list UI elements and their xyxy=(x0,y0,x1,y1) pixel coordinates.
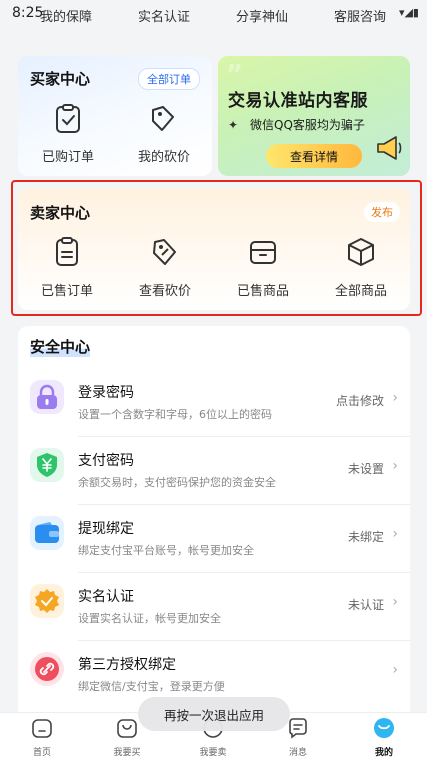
exit-toast: 再按一次退出应用 xyxy=(138,697,290,731)
yuan-shield-icon xyxy=(30,448,64,482)
buyer-item-label: 我的砍价 xyxy=(137,150,190,165)
seller-item-all-goods[interactable]: 全部商品 xyxy=(322,236,400,299)
clipboard-check-icon xyxy=(32,102,104,136)
price-tag-icon xyxy=(126,236,204,268)
clipboard-icon xyxy=(28,236,106,268)
row-title: 登录密码 xyxy=(78,385,134,401)
price-tag-icon xyxy=(128,102,200,136)
row-title: 提现绑定 xyxy=(78,521,134,537)
seller-item-label: 已售商品 xyxy=(236,284,289,299)
seller-item-sold-goods[interactable]: 已售商品 xyxy=(224,236,302,299)
seller-center-card: 卖家中心 发布 已售订单 查看砍价 已售商品 全部商品 xyxy=(18,188,410,310)
security-center-card: 安全中心 登录密码 设置一个含数字和字母，6位以上的密码 点击修改 › 支付密码… xyxy=(18,326,410,726)
seller-item-view-bargains[interactable]: 查看砍价 xyxy=(126,236,204,299)
row-subtitle: 设置实名认证，帐号更加安全 xyxy=(78,612,221,625)
home-icon xyxy=(32,719,52,738)
row-subtitle: 设置一个含数字和字母，6位以上的密码 xyxy=(78,408,272,421)
tab-label: 我的 xyxy=(374,748,393,758)
tab-label: 我要买 xyxy=(113,748,141,758)
chevron-right-icon: › xyxy=(392,662,398,678)
security-row-login-password[interactable]: 登录密码 设置一个含数字和字母，6位以上的密码 点击修改 › xyxy=(18,368,410,436)
seller-item-label: 已售订单 xyxy=(40,284,93,299)
row-subtitle: 绑定微信/支付宝，登录更方便 xyxy=(78,680,225,693)
tab-home[interactable]: 首页 xyxy=(12,717,72,758)
seller-item-sold-orders[interactable]: 已售订单 xyxy=(28,236,106,299)
row-subtitle: 绑定支付宝平台账号，帐号更加安全 xyxy=(78,544,254,557)
chevron-right-icon: › xyxy=(392,526,398,542)
security-center-title: 安全中心 xyxy=(30,336,91,357)
box-icon xyxy=(224,236,302,268)
buyer-center-title: 买家中心 xyxy=(30,70,91,88)
megaphone-icon xyxy=(374,134,404,166)
row-status: 点击修改 xyxy=(335,394,384,408)
chevron-right-icon: › xyxy=(392,594,398,610)
tab-label: 首页 xyxy=(32,748,51,758)
seller-item-label: 查看砍价 xyxy=(138,284,191,299)
chevron-right-icon: › xyxy=(392,458,398,474)
cube-icon xyxy=(322,236,400,268)
seller-item-label: 全部商品 xyxy=(334,284,387,299)
profile-icon xyxy=(374,718,394,738)
anti-fraud-banner[interactable]: ” 交易认准站内客服 ✦ 微信QQ客服均为骗子 查看详情 xyxy=(218,56,410,176)
tab-label: 我要卖 xyxy=(199,748,227,758)
wallet-icon xyxy=(30,516,64,550)
banner-subline: 微信QQ客服均为骗子 xyxy=(250,118,365,132)
security-row-pay-password[interactable]: 支付密码 余额交易时，支付密码保护您的资金安全 未设置 › xyxy=(18,436,410,504)
view-details-button[interactable]: 查看详情 xyxy=(266,144,362,168)
row-status: 未认证 xyxy=(347,598,384,612)
publish-button[interactable]: 发布 xyxy=(364,202,400,222)
tab-profile[interactable]: 我的 xyxy=(354,717,414,758)
tab-label: 消息 xyxy=(288,748,307,758)
top-link-guarantee[interactable]: 我的保障 xyxy=(40,6,92,25)
row-title: 第三方授权绑定 xyxy=(78,657,176,673)
banner-headline: 交易认准站内客服 xyxy=(228,91,368,111)
row-status: 未绑定 xyxy=(347,530,384,544)
chevron-right-icon: › xyxy=(392,390,398,406)
top-link-service[interactable]: 客服咨询 xyxy=(334,6,386,25)
row-title: 支付密码 xyxy=(78,453,134,469)
security-row-realname[interactable]: 实名认证 设置实名认证，帐号更加安全 未认证 › xyxy=(18,572,410,640)
row-title: 实名认证 xyxy=(78,589,134,605)
sparkle-icon: ✦ xyxy=(228,118,239,132)
seller-center-title: 卖家中心 xyxy=(30,204,91,222)
status-bar: 8:25 我的保障 实名认证 分享神仙 客服咨询 ▾◢▮ xyxy=(0,0,427,30)
shopping-bag-icon xyxy=(117,719,137,738)
row-status: 未设置 xyxy=(347,462,384,476)
verified-badge-icon xyxy=(30,584,64,618)
status-time: 8:25 xyxy=(12,5,44,21)
top-link-realname[interactable]: 实名认证 xyxy=(138,6,190,25)
buyer-item-my-bargains[interactable]: 我的砍价 xyxy=(128,102,200,165)
buyer-item-label: 已购订单 xyxy=(41,150,94,165)
link-icon xyxy=(30,652,64,686)
buyer-item-purchased-orders[interactable]: 已购订单 xyxy=(32,102,104,165)
buyer-center-card: 买家中心 全部订单 已购订单 我的砍价 xyxy=(18,56,212,176)
message-icon xyxy=(289,718,307,739)
row-subtitle: 余额交易时，支付密码保护您的资金安全 xyxy=(78,476,276,489)
lock-icon xyxy=(30,380,64,414)
security-row-withdraw-binding[interactable]: 提现绑定 绑定支付宝平台账号，帐号更加安全 未绑定 › xyxy=(18,504,410,572)
top-link-share[interactable]: 分享神仙 xyxy=(236,6,288,25)
signal-battery-icon: ▾◢▮ xyxy=(398,6,419,19)
all-orders-button[interactable]: 全部订单 xyxy=(138,68,200,90)
